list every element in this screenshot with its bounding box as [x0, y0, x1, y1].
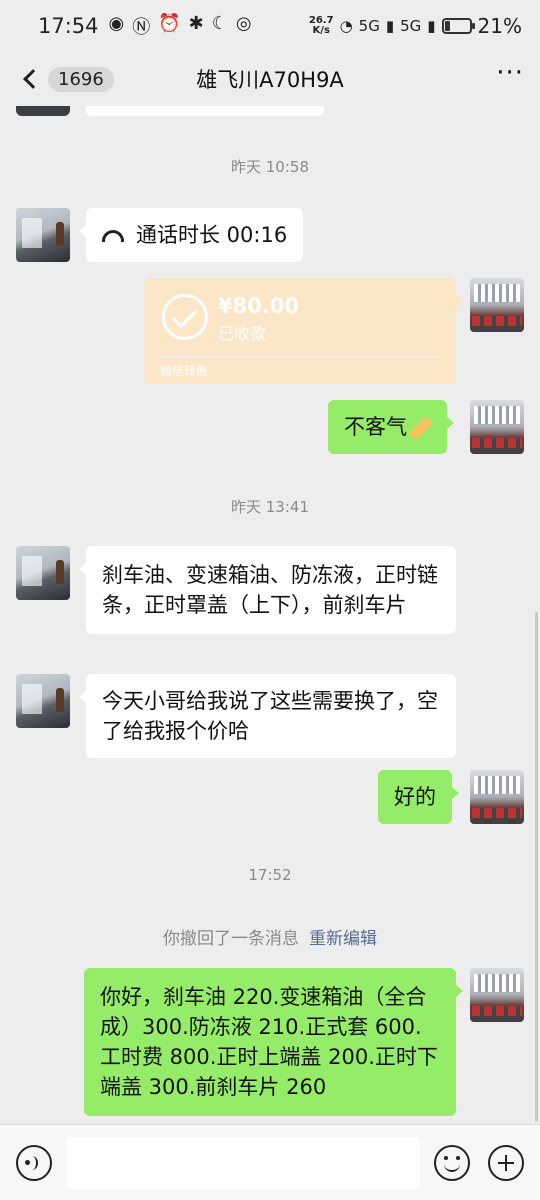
back-arrow-icon[interactable] [23, 69, 43, 89]
call-message[interactable]: 通话时长 00:16 [78, 208, 304, 262]
friend-avatar[interactable] [16, 546, 70, 600]
friend-avatar[interactable] [16, 674, 70, 728]
input-bar [0, 1124, 540, 1200]
message-input[interactable] [66, 1137, 420, 1189]
more-options-button[interactable]: ··· [496, 60, 524, 90]
status-right: 26.7 K/s ◔ 5G ▮ 5G ▮ 21% [309, 14, 522, 38]
my-message[interactable]: 好的 [378, 770, 459, 824]
friend-avatar[interactable] [16, 208, 70, 262]
battery-percent: 21% [477, 14, 522, 38]
divider [158, 356, 442, 357]
signal-bars-icon: ▮ [385, 17, 395, 35]
wifi-icon: ◔ [339, 17, 353, 35]
transfer-amount: ¥80.00 [218, 294, 300, 318]
timestamp: 昨天 10:58 [231, 158, 309, 176]
message-partial [86, 106, 324, 116]
recall-notice: 你撤回了一条消息 重新编辑 [163, 929, 377, 949]
my-avatar[interactable] [470, 400, 524, 454]
nfc-icon: Ⓝ [132, 17, 151, 38]
check-circle-icon [162, 294, 208, 340]
status-icons: ◉ Ⓝ ⏰ ✱ ☾ ◎ [109, 13, 252, 39]
friend-message[interactable]: 今天小哥给我说了这些需要换了，空了给我报个价哈 [79, 674, 456, 758]
unread-count-badge[interactable]: 1696 [48, 66, 114, 92]
signal-5g-2: 5G [400, 17, 422, 35]
avatar-partial [16, 106, 70, 116]
praying-hands-icon [409, 418, 431, 438]
my-message[interactable]: 不客气 [328, 400, 454, 454]
status-time: 17:54 [38, 14, 99, 38]
weibo-icon: ◎ [235, 13, 252, 34]
bluetooth-icon: ✱ [188, 13, 204, 34]
signal-5g-1: 5G [358, 17, 380, 35]
phone-icon [102, 230, 124, 242]
timestamp: 昨天 13:41 [231, 498, 309, 516]
status-bar: 17:54 ◉ Ⓝ ⏰ ✱ ☾ ◎ 26.7 K/s ◔ 5G ▮ 5G ▮ 2… [0, 0, 540, 52]
net-speed: 26.7 K/s [308, 15, 334, 36]
re-edit-link[interactable]: 重新编辑 [309, 929, 377, 949]
transfer-status: 已收款 [218, 324, 267, 343]
my-avatar[interactable] [470, 968, 524, 1022]
signal-bars-icon: ▮ [427, 17, 436, 35]
alarm-icon: ⏰ [158, 13, 181, 34]
my-message-quote[interactable]: 你好，刹车油 220.变速箱油（全合成）300.防冻液 210.正式套 600.… [84, 968, 463, 1116]
battery-icon [441, 18, 475, 34]
my-avatar[interactable] [470, 278, 524, 332]
emoji-icon[interactable] [434, 1145, 470, 1181]
voice-icon[interactable] [16, 1145, 52, 1181]
transfer-source: 微信转账 [160, 364, 209, 378]
transfer-card[interactable]: ¥80.00 已收款 微信转账 [144, 278, 463, 384]
chat-header: 1696 雄飞川A70H9A ··· [0, 52, 540, 106]
plus-icon[interactable] [488, 1145, 524, 1181]
moon-icon: ☾ [211, 13, 228, 34]
timestamp: 17:52 [248, 866, 292, 884]
eye-icon: ◉ [108, 13, 125, 34]
friend-message[interactable]: 刹车油、变速箱油、防冻液，正时链条，正时罩盖（上下），前刹车片 [79, 546, 456, 634]
scrollbar[interactable] [535, 612, 538, 1122]
my-avatar[interactable] [470, 770, 524, 824]
